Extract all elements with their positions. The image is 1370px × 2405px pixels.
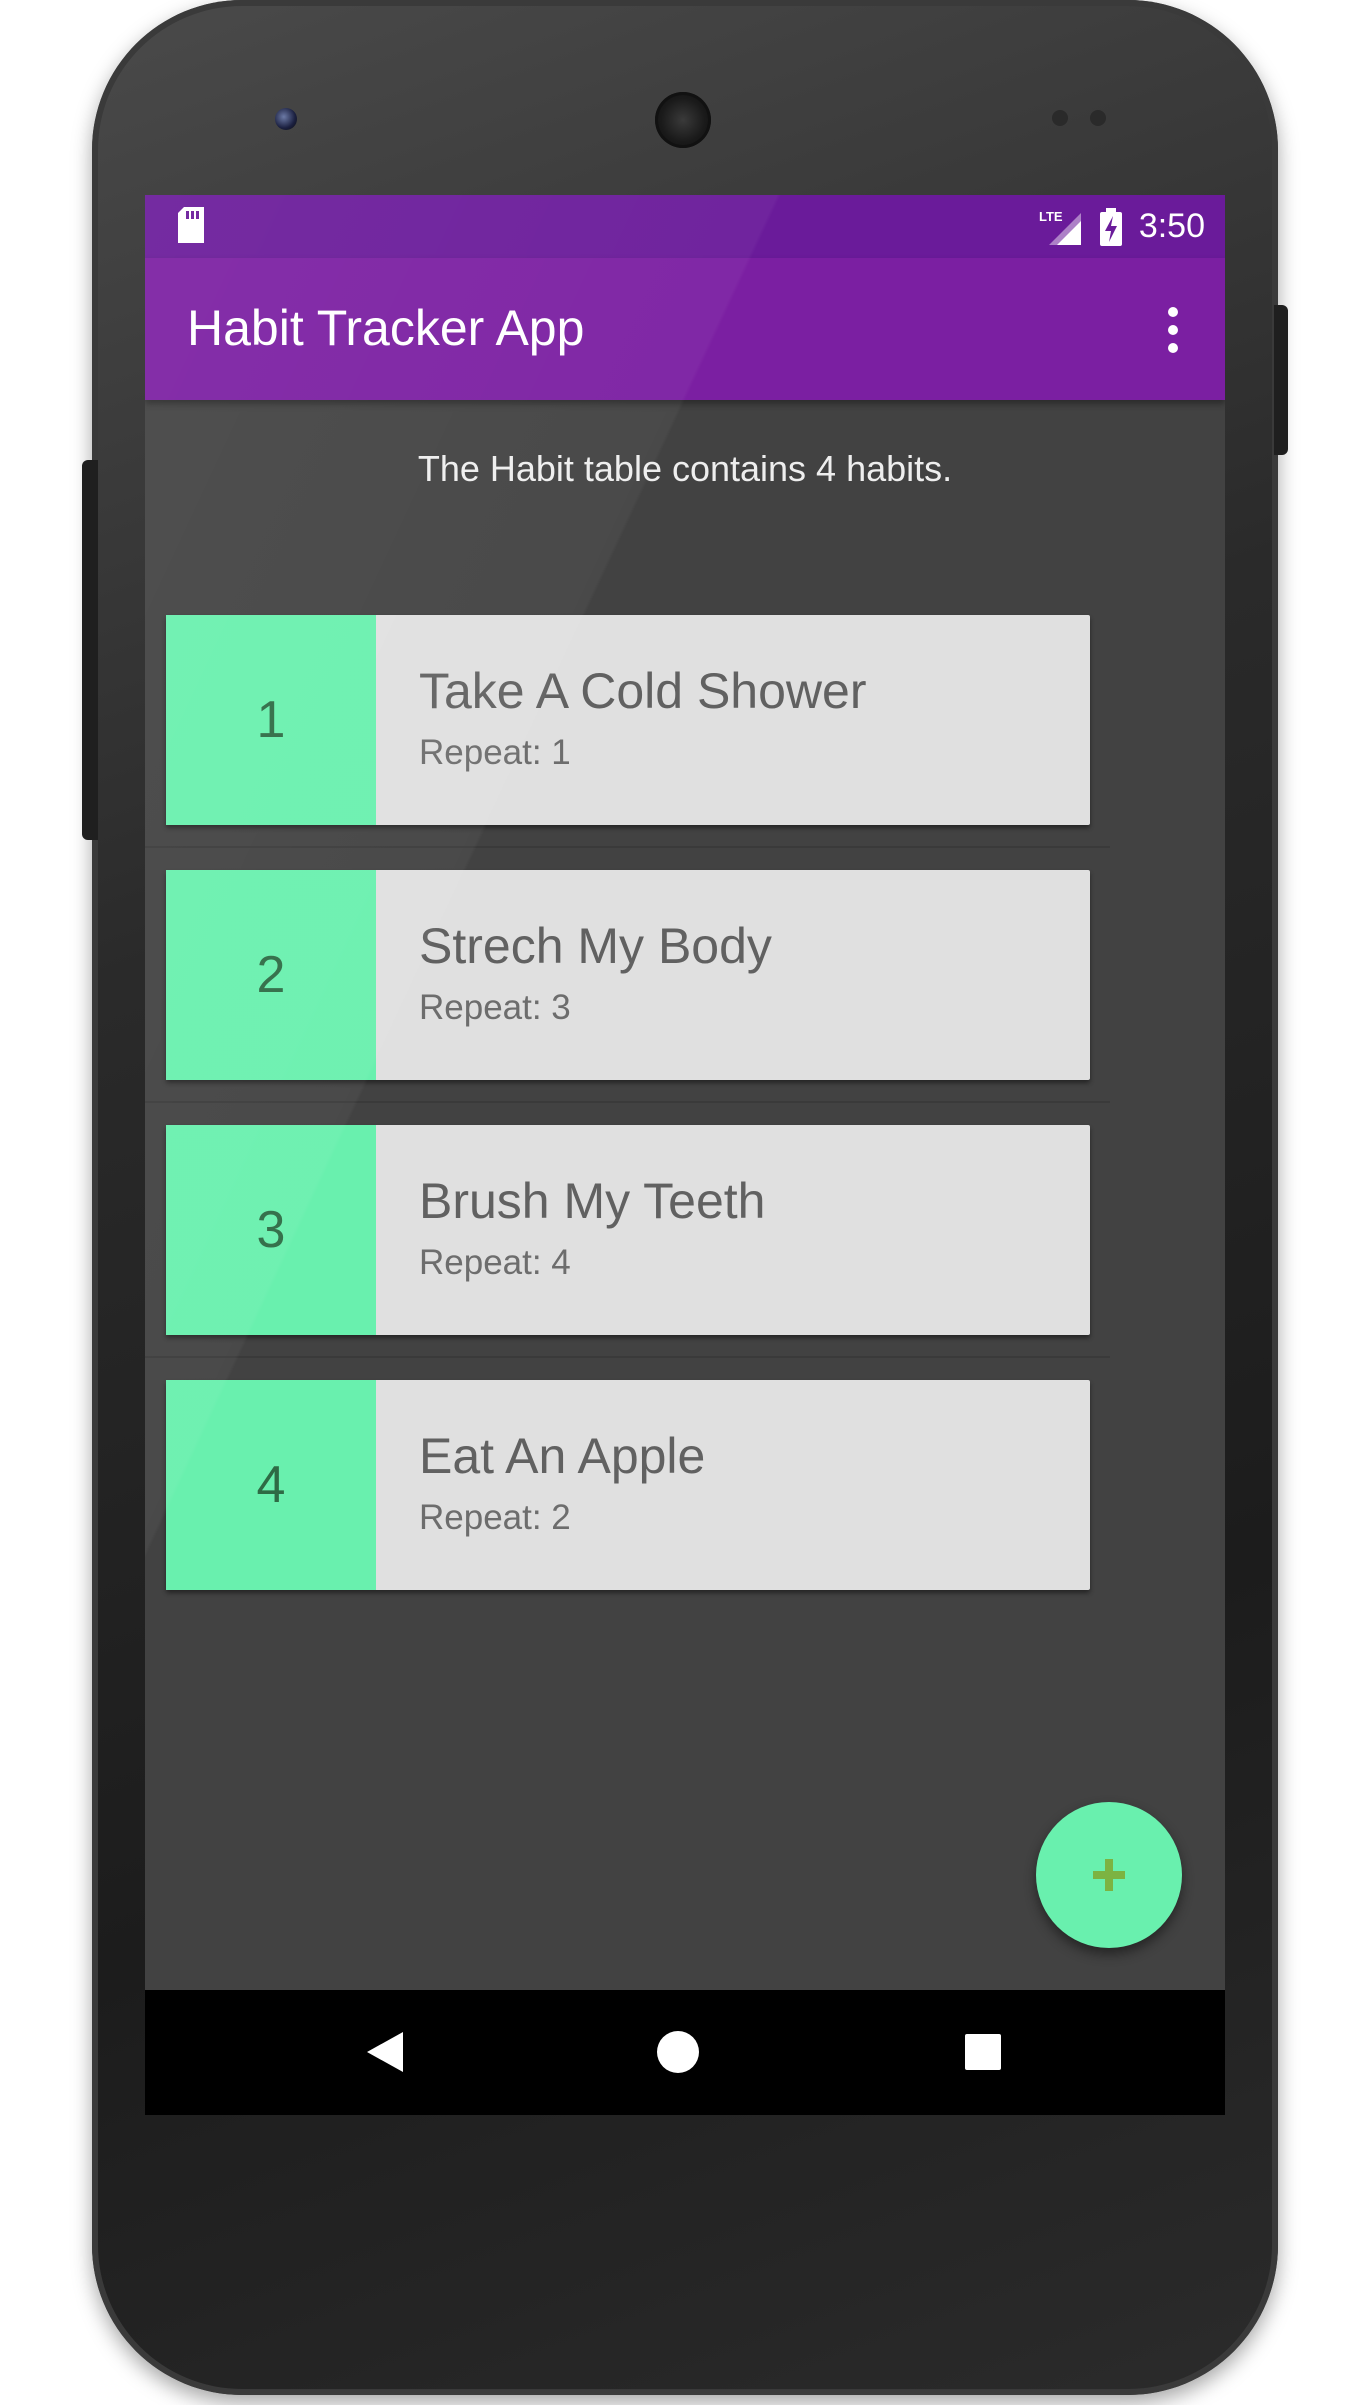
- recents-button[interactable]: [953, 2026, 1013, 2078]
- recents-icon: [965, 2034, 1001, 2070]
- list-divider: [145, 1101, 1110, 1103]
- habit-repeat: Repeat: 3: [419, 988, 571, 1027]
- habit-id: 3: [166, 1125, 376, 1335]
- home-icon: [657, 2031, 699, 2073]
- back-icon: [367, 2032, 403, 2072]
- habit-repeat: Repeat: 4: [419, 1243, 571, 1282]
- habit-name: Eat An Apple: [419, 1428, 706, 1484]
- habit-id: 4: [166, 1380, 376, 1590]
- power-button: [1274, 305, 1288, 455]
- status-time: 3:50: [1138, 207, 1205, 245]
- app-title: Habit Tracker App: [187, 300, 585, 356]
- light-sensor: [1090, 110, 1106, 126]
- battery-charging-icon: [1099, 207, 1122, 246]
- more-vert-icon[interactable]: [1161, 304, 1185, 356]
- home-button[interactable]: [648, 2026, 708, 2078]
- status-bar: LTE 3:50: [145, 195, 1225, 258]
- list-divider: [145, 846, 1110, 848]
- habit-name: Strech My Body: [419, 918, 772, 974]
- habit-name: Brush My Teeth: [419, 1173, 766, 1229]
- habit-id: 1: [166, 615, 376, 825]
- screen: LTE 3:50 Habit Tracker App The Habit tab…: [145, 195, 1225, 2115]
- navigation-bar: [145, 1990, 1225, 2115]
- network-label: LTE: [1039, 209, 1063, 224]
- back-button[interactable]: [355, 2026, 415, 2078]
- earpiece-speaker: [655, 92, 711, 148]
- lte-signal-icon: LTE: [1039, 209, 1081, 245]
- habit-name: Take A Cold Shower: [419, 663, 867, 719]
- habit-card[interactable]: 4 Eat An Apple Repeat: 2: [166, 1380, 1090, 1590]
- habit-repeat: Repeat: 1: [419, 733, 571, 772]
- plus-icon: [1093, 1859, 1125, 1891]
- habit-id: 2: [166, 870, 376, 1080]
- add-habit-button[interactable]: [1036, 1802, 1182, 1948]
- habit-count-text: The Habit table contains 4 habits.: [417, 448, 953, 489]
- habit-card[interactable]: 1 Take A Cold Shower Repeat: 1: [166, 615, 1090, 825]
- front-camera: [275, 108, 297, 130]
- app-bar: Habit Tracker App: [145, 258, 1225, 400]
- status-right: LTE 3:50: [1037, 195, 1205, 258]
- sd-card-icon: [178, 207, 204, 243]
- habit-card[interactable]: 2 Strech My Body Repeat: 3: [166, 870, 1090, 1080]
- list-divider: [145, 1356, 1110, 1358]
- volume-button: [82, 460, 98, 840]
- habit-card[interactable]: 3 Brush My Teeth Repeat: 4: [166, 1125, 1090, 1335]
- proximity-sensor: [1052, 110, 1068, 126]
- habit-repeat: Repeat: 2: [419, 1498, 571, 1537]
